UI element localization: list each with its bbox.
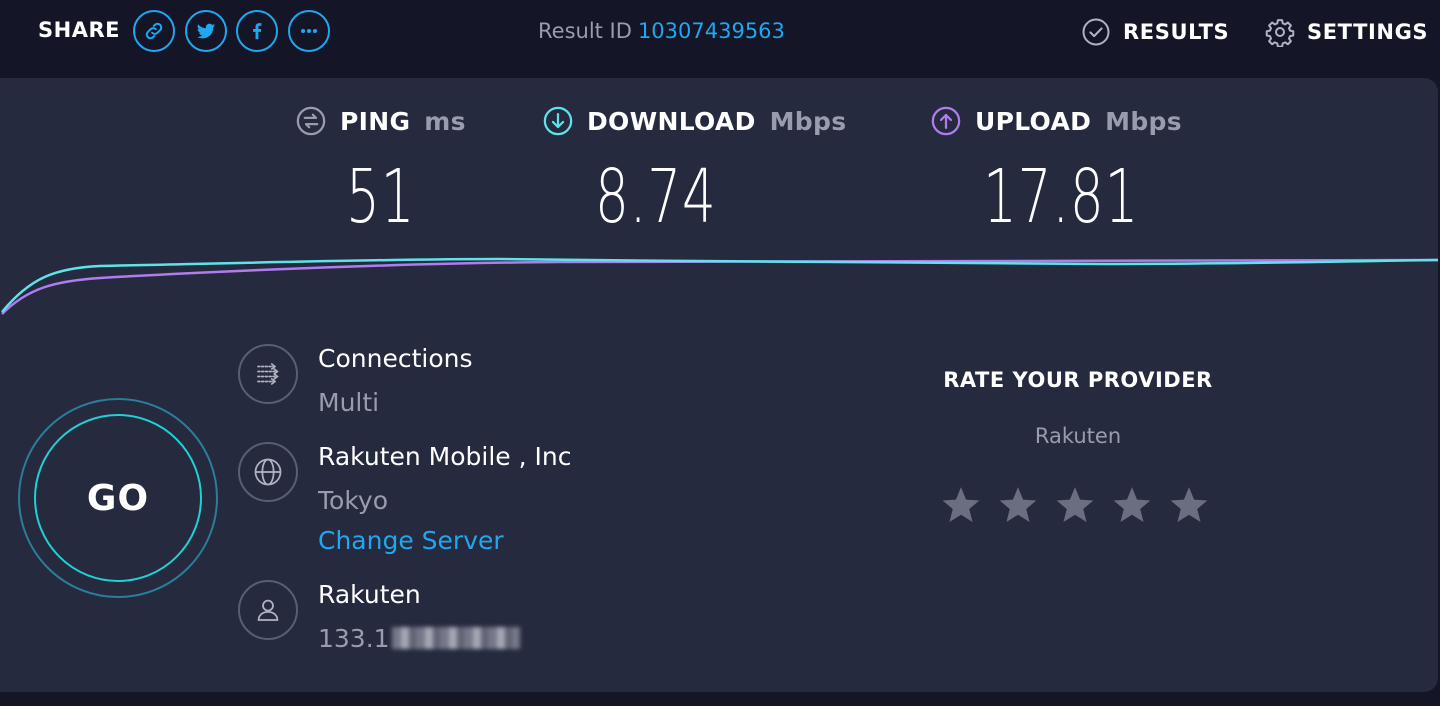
download-arrow-icon	[543, 106, 573, 136]
share-twitter-button[interactable]	[185, 10, 227, 52]
top-bar: SHARE Result ID 10307439563 RESULTS SETT…	[0, 0, 1440, 70]
results-panel: PING ms 51 DOWNLOAD Mbps 8.74 UPLOAD Mbp…	[0, 78, 1438, 692]
upload-value: 17.81	[983, 154, 1140, 240]
connections-icon	[257, 363, 279, 385]
share-more-button[interactable]	[288, 10, 330, 52]
ping-unit: ms	[424, 106, 466, 136]
upload-arrow-icon	[931, 106, 961, 136]
ip-redaction	[391, 627, 520, 649]
ping-icon	[296, 106, 326, 136]
client-icon-wrap	[238, 580, 298, 640]
check-circle-icon	[1082, 18, 1110, 46]
go-button-ring: GO	[18, 398, 218, 598]
star-rating	[940, 484, 1210, 526]
share-link-button[interactable]	[133, 10, 175, 52]
gear-icon	[1265, 19, 1295, 47]
star-icon[interactable]	[1168, 484, 1210, 526]
download-speed-line	[1, 257, 1438, 313]
results-label: RESULTS	[1123, 20, 1230, 44]
client-isp: Rakuten	[318, 580, 421, 609]
user-icon	[257, 599, 279, 621]
ping-value: 51	[346, 154, 416, 240]
client-ip-prefix: 133.1	[318, 624, 390, 653]
server-location: Tokyo	[318, 486, 388, 515]
result-id-label: Result ID	[538, 19, 632, 43]
star-icon[interactable]	[997, 484, 1039, 526]
star-icon[interactable]	[940, 484, 982, 526]
server-name: Rakuten Mobile , Inc	[318, 442, 572, 471]
settings-nav-button[interactable]: SETTINGS	[1265, 17, 1428, 47]
upload-metric: UPLOAD Mbps 17.81	[931, 104, 1182, 234]
go-button[interactable]: GO	[34, 414, 202, 582]
ping-metric: PING ms 51	[296, 104, 466, 234]
server-icon-wrap	[238, 442, 298, 502]
link-icon	[145, 22, 163, 40]
upload-speed-line	[1, 258, 1438, 315]
speed-graph	[1, 257, 1438, 315]
more-icon	[301, 28, 317, 34]
connections-icon-wrap	[238, 344, 298, 404]
upload-unit: Mbps	[1105, 106, 1182, 136]
connections-title: Connections	[318, 344, 473, 373]
download-value: 8.74	[595, 154, 717, 240]
twitter-icon	[196, 23, 216, 39]
settings-label: SETTINGS	[1307, 20, 1429, 44]
rate-provider-title: RATE YOUR PROVIDER	[943, 368, 1213, 392]
star-icon[interactable]	[1054, 484, 1096, 526]
results-nav-button[interactable]: RESULTS	[1081, 17, 1229, 47]
share-label: SHARE	[38, 18, 120, 42]
download-metric: DOWNLOAD Mbps 8.74	[543, 104, 847, 234]
client-ip: 133.1	[318, 624, 520, 653]
facebook-icon	[253, 23, 262, 40]
share-facebook-button[interactable]	[236, 10, 278, 52]
download-unit: Mbps	[769, 106, 847, 136]
star-icon[interactable]	[1111, 484, 1153, 526]
result-id: Result ID 10307439563	[538, 19, 785, 43]
download-label: DOWNLOAD	[587, 106, 756, 136]
connections-value: Multi	[318, 388, 380, 417]
globe-icon	[254, 458, 282, 486]
upload-label: UPLOAD	[975, 106, 1092, 136]
result-id-link[interactable]: 10307439563	[638, 19, 785, 43]
change-server-link[interactable]: Change Server	[318, 526, 504, 555]
ping-label: PING	[340, 106, 411, 136]
rate-provider-name: Rakuten	[1034, 424, 1122, 448]
